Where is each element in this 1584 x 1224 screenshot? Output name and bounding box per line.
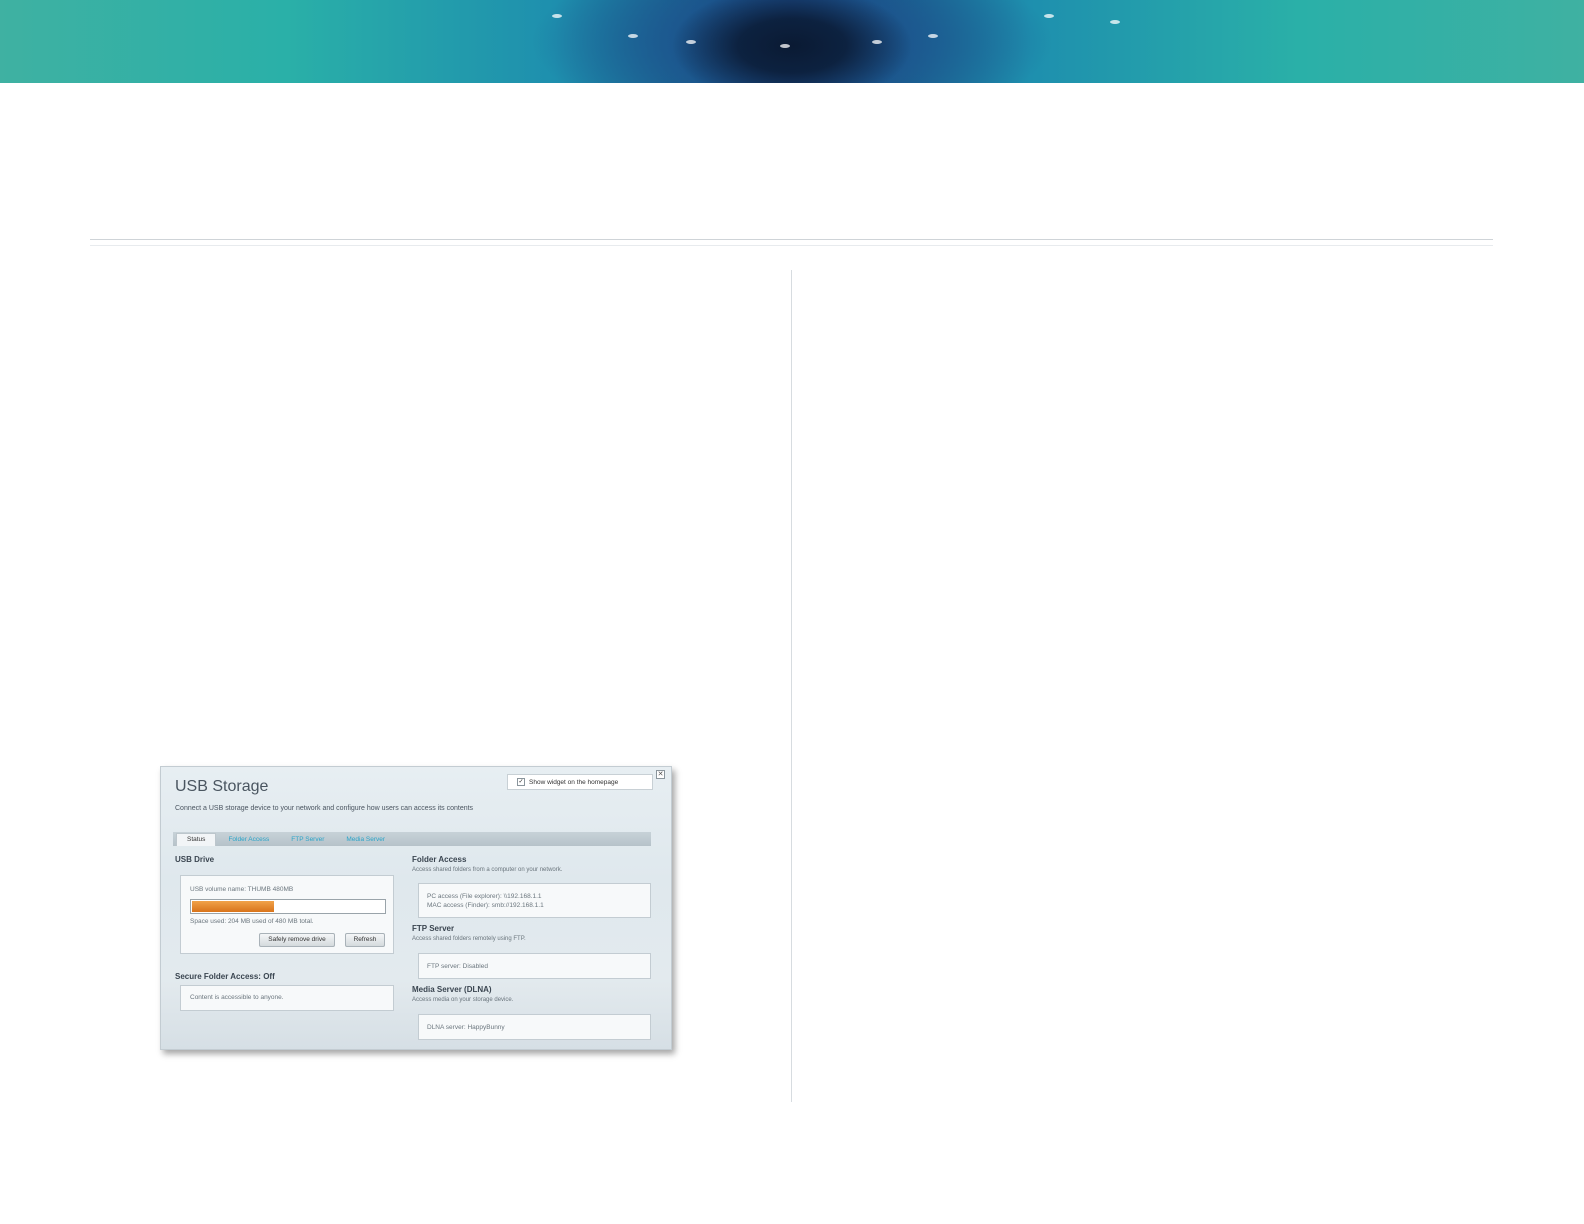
checkmark-icon[interactable]: ✓ — [517, 778, 525, 786]
banner-speck — [928, 34, 938, 38]
dlna-server-status: DLNA server: HappyBunny — [427, 1024, 505, 1031]
banner-speck — [872, 40, 882, 44]
banner-speck — [1044, 14, 1054, 18]
folder-access-heading: Folder Access — [412, 855, 467, 864]
banner-speck — [1110, 20, 1120, 24]
folder-access-description: Access shared folders from a computer on… — [412, 867, 563, 873]
folder-access-panel: PC access (File explorer): \\192.168.1.1… — [418, 883, 651, 918]
space-used-text: Space used: 204 MB used of 480 MB total. — [190, 918, 314, 925]
pc-access-text: PC access (File explorer): \\192.168.1.1 — [427, 893, 542, 900]
secure-folder-text: Content is accessible to anyone. — [190, 994, 284, 1001]
space-used-progress-fill — [192, 901, 274, 912]
show-widget-checkbox[interactable]: ✓ Show widget on the homepage — [507, 774, 653, 790]
refresh-button[interactable]: Refresh — [345, 933, 385, 947]
column-divider — [791, 270, 792, 1102]
ftp-server-heading: FTP Server — [412, 924, 455, 933]
mac-access-text: MAC access (Finder): smb://192.168.1.1 — [427, 902, 544, 909]
media-server-heading: Media Server (DLNA) — [412, 985, 492, 994]
tab-bar: Status Folder Access FTP Server Media Se… — [173, 832, 651, 846]
banner-speck — [780, 44, 790, 48]
usb-drive-heading: USB Drive — [175, 855, 215, 864]
header-rule — [90, 239, 1493, 240]
usb-storage-widget: ✕ USB Storage Connect a USB storage devi… — [160, 766, 672, 1050]
tab-status[interactable]: Status — [176, 833, 217, 846]
space-used-progress-bar — [190, 899, 386, 914]
media-server-description: Access media on your storage device. — [412, 997, 514, 1003]
media-server-panel: DLNA server: HappyBunny — [418, 1014, 651, 1040]
tab-folder-access[interactable]: Folder Access — [218, 834, 279, 846]
widget-title: USB Storage — [175, 778, 269, 795]
banner-speck — [686, 40, 696, 44]
header-banner — [0, 0, 1584, 83]
usb-drive-panel: USB volume name: THUMB 480MB Space used:… — [180, 875, 394, 954]
banner-speck — [552, 14, 562, 18]
secure-folder-heading: Secure Folder Access: Off — [175, 972, 275, 981]
usb-volume-name: USB volume name: THUMB 480MB — [190, 886, 294, 893]
show-widget-label: Show widget on the homepage — [529, 778, 619, 786]
ftp-server-status: FTP server: Disabled — [427, 963, 488, 970]
widget-subtitle: Connect a USB storage device to your net… — [175, 805, 474, 812]
tab-ftp-server[interactable]: FTP Server — [281, 834, 334, 846]
banner-speck — [628, 34, 638, 38]
ftp-server-panel: FTP server: Disabled — [418, 953, 651, 979]
safely-remove-drive-button[interactable]: Safely remove drive — [259, 933, 335, 947]
secure-folder-panel: Content is accessible to anyone. — [180, 985, 394, 1011]
tab-media-server[interactable]: Media Server — [336, 834, 395, 846]
ftp-server-description: Access shared folders remotely using FTP… — [412, 936, 526, 942]
header-rule-secondary — [90, 245, 1493, 246]
close-icon[interactable]: ✕ — [656, 770, 665, 779]
